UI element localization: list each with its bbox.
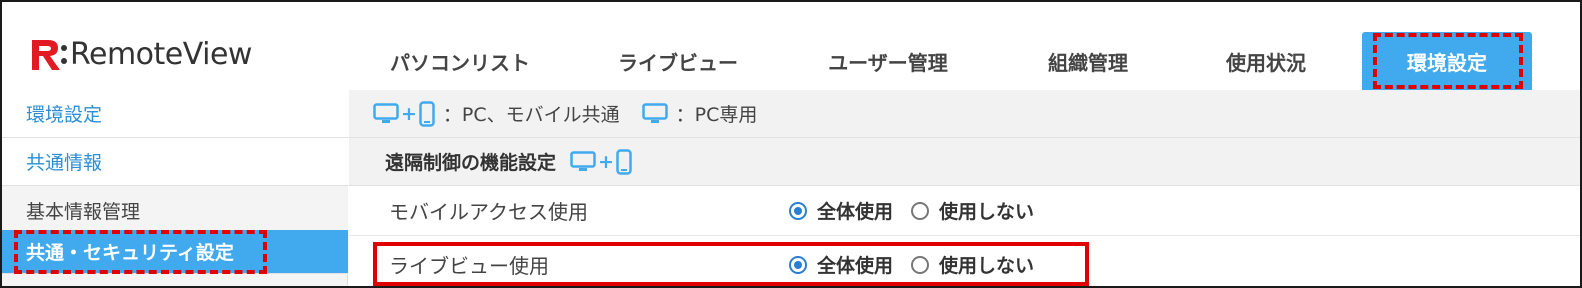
sidebar-item-label: 共通・セキュリティ設定 bbox=[26, 242, 234, 264]
plus-sign: + bbox=[598, 150, 614, 173]
radio-unselected-icon[interactable] bbox=[911, 255, 930, 274]
tab-user-management[interactable]: ユーザー管理 bbox=[778, 32, 998, 90]
tab-usage-status[interactable]: 使用状況 bbox=[1178, 32, 1354, 90]
legend-pc-only-text: ：PC専用 bbox=[675, 104, 758, 126]
monitor-icon bbox=[373, 102, 399, 123]
radio-option-all[interactable]: 全体使用 bbox=[789, 197, 893, 224]
legend-pc-mobile-text: ：PC、モバイル共通 bbox=[442, 104, 620, 126]
radio-label: 全体使用 bbox=[817, 255, 894, 277]
section-title: 遠隔制御の機能設定 bbox=[385, 152, 557, 174]
app-window: RemoteView パソコンリスト ライブビュー ユーザー管理 組織管理 使用… bbox=[0, 0, 1582, 288]
sidebar: 環境設定 共通情報 基本情報管理 共通・セキュリティ設定 bbox=[2, 90, 348, 286]
radio-selected-icon[interactable] bbox=[789, 255, 807, 274]
pc-only-icons bbox=[641, 102, 668, 125]
main-nav: パソコンリスト ライブビュー ユーザー管理 組織管理 使用状況 環境設定 bbox=[342, 32, 1532, 90]
tab-pc-list[interactable]: パソコンリスト bbox=[342, 32, 578, 90]
main-content: + ：PC、モバイル共通 ：PC専用 遠隔制御の機能設定 + モバイルアクセス使… bbox=[349, 90, 1580, 286]
monitor-icon bbox=[570, 150, 596, 171]
mobile-icon bbox=[419, 100, 435, 127]
radio-option-none[interactable]: 使用しない bbox=[911, 251, 1034, 278]
radio-option-none[interactable]: 使用しない bbox=[911, 197, 1034, 224]
radio-option-all[interactable]: 全体使用 bbox=[789, 251, 893, 278]
tab-environment-settings[interactable]: 環境設定 bbox=[1362, 32, 1532, 90]
sidebar-item-label: 共通情報 bbox=[26, 152, 103, 174]
radio-unselected-icon[interactable] bbox=[911, 201, 930, 220]
sidebar-item-label: 環境設定 bbox=[26, 104, 103, 126]
brand-logo[interactable]: RemoteView bbox=[28, 32, 252, 76]
setting-row-live-view: ライブビュー使用 全体使用 使用しない bbox=[349, 240, 1580, 286]
sidebar-item-label: 基本情報管理 bbox=[26, 200, 141, 223]
tab-live-view[interactable]: ライブビュー bbox=[578, 32, 778, 90]
radio-selected-icon[interactable] bbox=[789, 201, 807, 220]
brand-name: RemoteView bbox=[70, 36, 252, 72]
radio-group: 全体使用 使用しない bbox=[789, 251, 1052, 278]
setting-label: ライブビュー使用 bbox=[389, 254, 549, 278]
sidebar-item-environment-settings[interactable]: 環境設定 bbox=[2, 90, 348, 138]
section-header: 遠隔制御の機能設定 + bbox=[349, 138, 1580, 186]
radio-label: 使用しない bbox=[939, 201, 1035, 223]
header: RemoteView パソコンリスト ライブビュー ユーザー管理 組織管理 使用… bbox=[2, 2, 1580, 90]
sidebar-item-basic-info-management[interactable]: 基本情報管理 bbox=[2, 186, 348, 234]
pc-mobile-icons: + bbox=[570, 148, 632, 175]
remoteview-logo-icon bbox=[28, 34, 68, 74]
plus-sign: + bbox=[401, 102, 417, 125]
sidebar-item-common-info[interactable]: 共通情報 bbox=[2, 138, 348, 186]
monitor-icon bbox=[641, 102, 668, 123]
mobile-icon bbox=[616, 148, 632, 175]
sidebar-item-common-security-settings[interactable]: 共通・セキュリティ設定 bbox=[2, 230, 348, 274]
radio-group: 全体使用 使用しない bbox=[789, 197, 1052, 224]
icon-legend: + ：PC、モバイル共通 ：PC専用 bbox=[349, 90, 1580, 138]
radio-label: 使用しない bbox=[939, 255, 1035, 277]
setting-label: モバイルアクセス使用 bbox=[389, 200, 588, 224]
radio-label: 全体使用 bbox=[817, 201, 894, 223]
tab-organization-management[interactable]: 組織管理 bbox=[998, 32, 1178, 90]
pc-mobile-icons: + bbox=[373, 100, 435, 127]
setting-row-mobile-access: モバイルアクセス使用 全体使用 使用しない bbox=[349, 186, 1580, 236]
